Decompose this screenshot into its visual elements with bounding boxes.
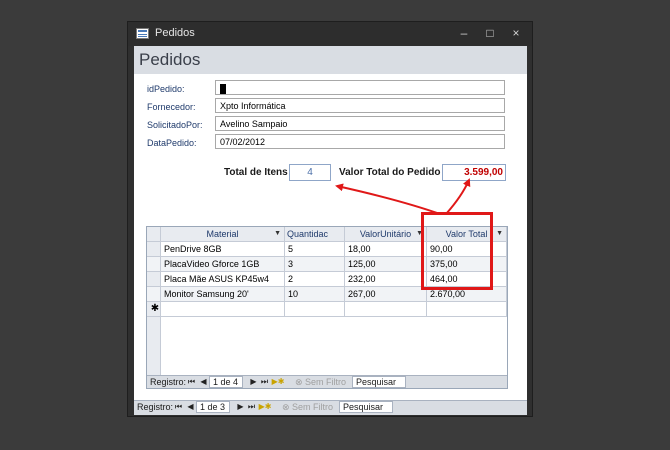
total-itens-value[interactable]: 4 xyxy=(289,164,331,181)
datapedido-field[interactable]: 07/02/2012 xyxy=(215,134,505,149)
text-cursor xyxy=(220,83,226,94)
valorunitario-cell[interactable]: 18,00 xyxy=(345,242,427,257)
dropdown-arrow-icon[interactable]: ▼ xyxy=(274,227,281,241)
restore-button[interactable]: □ xyxy=(482,26,498,40)
new-record-icon[interactable]: ✱ xyxy=(147,302,161,317)
new-record-nav-icon[interactable]: ▶✱ xyxy=(258,402,272,412)
row-selector[interactable] xyxy=(147,242,161,257)
filter-icon: ⊗ xyxy=(295,377,306,387)
row-selector[interactable] xyxy=(147,272,161,287)
material-cell[interactable] xyxy=(161,302,285,317)
current-record-field[interactable]: 1 de 4 xyxy=(209,376,243,388)
valorunitario-cell[interactable]: 267,00 xyxy=(345,287,427,302)
title-bar: Pedidos – □ × xyxy=(128,22,532,46)
last-record-icon[interactable]: ⏭ xyxy=(260,377,269,387)
new-record-nav-icon[interactable]: ▶✱ xyxy=(271,377,285,387)
main-record-navigator: Registro: ⏮ ◀ 1 de 3 ▶ ⏭ ▶✱ ⊗ Sem Filtro… xyxy=(134,400,527,415)
material-cell[interactable]: PlacaVideo Gforce 1GB xyxy=(161,257,285,272)
valor-total-pedido-label: Valor Total do Pedido xyxy=(339,167,441,178)
idpedido-label: idPedido: xyxy=(147,84,185,94)
subform-record-navigator: Registro: ⏮ ◀ 1 de 4 ▶ ⏭ ▶✱ ⊗ Sem Filtro… xyxy=(147,375,507,388)
next-record-icon[interactable]: ▶ xyxy=(236,402,245,412)
first-record-icon[interactable]: ⏮ xyxy=(174,402,183,412)
valortotal-cell[interactable] xyxy=(427,302,507,317)
window-title: Pedidos xyxy=(155,27,195,39)
idpedido-field[interactable] xyxy=(215,80,505,95)
material-cell[interactable]: Placa Mãe ASUS KP45w4 xyxy=(161,272,285,287)
valor-total-pedido-value[interactable]: 3.599,00 xyxy=(442,164,506,181)
solicitadopor-label: SolicitadoPor: xyxy=(147,120,203,130)
valorunitario-cell[interactable]: 232,00 xyxy=(345,272,427,287)
filter-status[interactable]: ⊗ Sem Filtro xyxy=(295,377,346,388)
quantidade-cell[interactable]: 3 xyxy=(285,257,345,272)
minimize-button[interactable]: – xyxy=(456,26,472,40)
material-cell[interactable]: PenDrive 8GB xyxy=(161,242,285,257)
quantidade-cell[interactable]: 2 xyxy=(285,272,345,287)
total-itens-label: Total de Itens xyxy=(224,167,288,178)
search-box[interactable]: Pesquisar xyxy=(339,401,393,413)
current-record-field[interactable]: 1 de 3 xyxy=(196,401,230,413)
previous-record-icon[interactable]: ◀ xyxy=(186,402,195,412)
form-icon xyxy=(136,28,149,39)
form-heading: Pedidos xyxy=(139,50,201,69)
next-record-icon[interactable]: ▶ xyxy=(249,377,258,387)
close-button[interactable]: × xyxy=(508,26,524,40)
new-record-row[interactable]: ✱ xyxy=(147,302,507,317)
filter-status[interactable]: ⊗ Sem Filtro xyxy=(282,402,333,413)
fornecedor-label: Fornecedor: xyxy=(147,102,196,112)
column-header-valorunitario[interactable]: ValorUnitário ▼ xyxy=(345,227,427,242)
dropdown-arrow-icon[interactable]: ▼ xyxy=(496,227,503,241)
quantidade-cell[interactable]: 10 xyxy=(285,287,345,302)
column-header-valorunitario-label: ValorUnitário xyxy=(359,229,412,239)
column-header-material-label: Material xyxy=(206,229,239,239)
valorunitario-cell[interactable] xyxy=(345,302,427,317)
valor-total-highlight-box xyxy=(421,212,493,290)
form-header: Pedidos xyxy=(134,46,527,74)
select-all-corner[interactable] xyxy=(147,227,161,242)
quantidade-cell[interactable] xyxy=(285,302,345,317)
fornecedor-field[interactable]: Xpto Informática xyxy=(215,98,505,113)
valorunitario-cell[interactable]: 125,00 xyxy=(345,257,427,272)
row-selector[interactable] xyxy=(147,257,161,272)
quantidade-cell[interactable]: 5 xyxy=(285,242,345,257)
column-header-quantidade[interactable]: Quantidac xyxy=(285,227,345,242)
filter-icon: ⊗ xyxy=(282,402,293,412)
record-nav-label: Registro: xyxy=(150,377,187,387)
filter-status-label: Sem Filtro xyxy=(305,377,347,387)
search-box[interactable]: Pesquisar xyxy=(352,376,406,388)
selector-column-empty xyxy=(147,317,161,375)
datapedido-label: DataPedido: xyxy=(147,138,197,148)
material-cell[interactable]: Monitor Samsung 20' xyxy=(161,287,285,302)
filter-status-label: Sem Filtro xyxy=(292,402,334,412)
record-nav-label: Registro: xyxy=(137,402,174,412)
previous-record-icon[interactable]: ◀ xyxy=(199,377,208,387)
first-record-icon[interactable]: ⏮ xyxy=(187,377,196,387)
solicitadopor-field[interactable]: Avelino Sampaio xyxy=(215,116,505,131)
last-record-icon[interactable]: ⏭ xyxy=(247,402,256,412)
row-selector[interactable] xyxy=(147,287,161,302)
column-header-material[interactable]: Material ▼ xyxy=(161,227,285,242)
